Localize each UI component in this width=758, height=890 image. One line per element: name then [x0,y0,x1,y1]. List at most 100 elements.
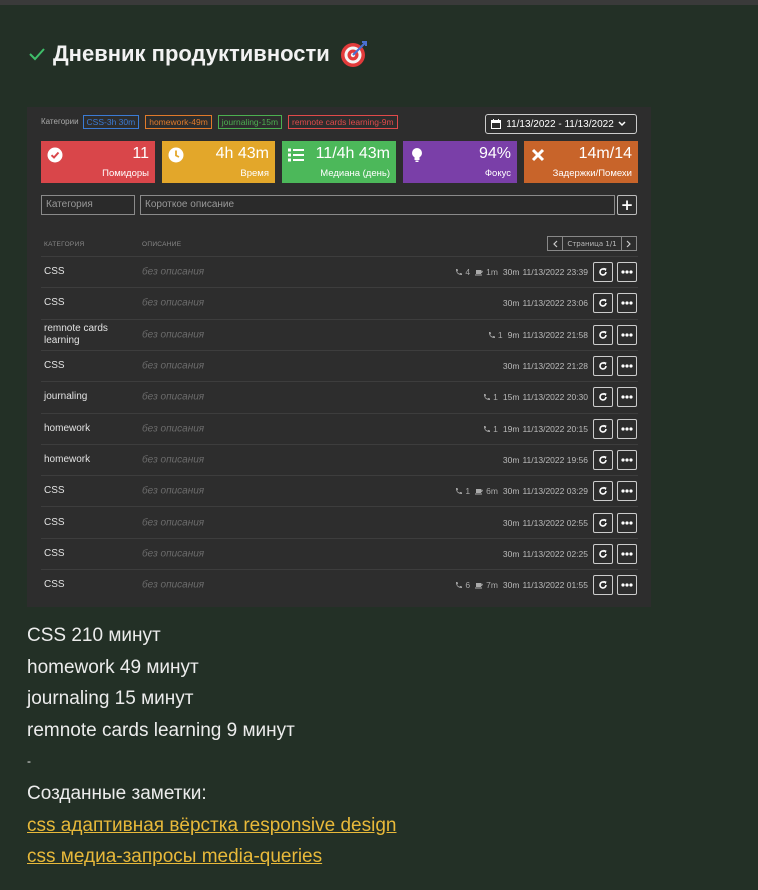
category-input[interactable]: Категория [41,195,135,215]
summary-line: journaling 15 минут [27,688,194,710]
more-options-button[interactable] [617,262,637,283]
duration: 30m [502,267,520,278]
separator-dot: - [27,754,31,769]
stat-label: Медиана (день) [320,168,390,179]
row-meta: 30m 11/13/2022 02:55 [503,518,588,528]
coffee-icon [475,489,483,495]
more-options-button[interactable] [617,418,637,439]
row-meta: 6 7m 30m 11/13/2022 01:55 [455,580,588,590]
table-row: CSS без описания 30m 11/13/2022 21:28 [41,349,638,381]
description-input[interactable]: Короткое описание [140,195,615,215]
table-row: CSS без описания 30m 11/13/2022 02:25 [41,537,638,569]
row-meta: 30m 11/13/2022 21:28 [503,361,588,371]
refresh-icon [599,580,607,589]
note-link[interactable]: css адаптивная вёрстка responsive design [27,815,396,836]
more-options-button[interactable] [617,543,637,564]
row-description: без описания [142,423,205,435]
close-icon [531,148,545,162]
stat-value: 4h 43m [215,145,269,162]
restart-button[interactable] [593,356,613,377]
timestamp: 11/13/2022 21:58 [522,329,588,340]
timestamp: 11/13/2022 02:55 [522,517,588,528]
row-description: без описания [142,517,205,529]
coffee-icon [475,583,483,589]
more-options-button[interactable] [617,293,637,314]
category-chip[interactable]: remnote cards learning-9m [288,114,398,129]
table-row: CSS без описания 6 7m 30m 11/13/2022 01:55 [41,569,638,600]
duration: 30m [502,580,520,591]
row-meta: 30m 11/13/2022 23:06 [503,298,588,308]
row-description: без описания [142,579,205,591]
phone-icon [484,425,491,432]
row-meta: 30m 11/13/2022 19:56 [503,455,588,465]
category-chip[interactable]: homework-49m [145,114,212,129]
restart-button[interactable] [593,449,613,470]
timestamp: 11/13/2022 20:30 [522,392,588,403]
clock-icon [168,147,184,163]
stat-label: Фокус [484,168,511,179]
break-duration: 1m [475,267,498,277]
refresh-icon [599,487,607,495]
restart-button[interactable] [593,387,613,408]
date-range-button[interactable]: 11/13/2022 - 11/13/2022 [485,114,637,134]
page-heading: Дневник продуктивности [27,38,368,70]
top-bar [0,0,758,5]
more-options-button[interactable] [617,481,637,502]
restart-button[interactable] [593,512,613,533]
break-duration: 7m [475,580,498,590]
prev-page-button[interactable] [547,236,563,251]
restart-button[interactable] [593,324,613,345]
stat-card-time: 4h 43m Время [162,141,275,183]
row-category: homework [44,422,91,434]
row-meta: 30m 11/13/2022 02:25 [503,549,588,559]
row-meta: 1 15m 11/13/2022 20:30 [483,392,588,402]
restart-button[interactable] [593,543,613,564]
note-link[interactable]: css медиа-запросы media-queries [27,846,322,867]
stat-card-pomodoros: 11 Помидоры [41,141,155,183]
table-row: CSS без описания 30m 11/13/2022 23:06 [41,287,638,318]
duration: 30m [502,298,520,309]
more-options-button[interactable] [617,575,637,596]
column-header-category: КАТЕГОРИЯ [44,241,85,248]
row-category: journaling [44,391,88,403]
category-filter-bar: Категории CSS-3h 30m homework-49m journa… [41,113,404,130]
row-meta: 4 1m 30m 11/13/2022 23:39 [455,267,588,277]
row-description: без описания [142,360,205,372]
restart-button[interactable] [593,293,613,314]
timestamp: 11/13/2022 01:55 [522,580,588,591]
more-options-button[interactable] [617,356,637,377]
next-page-button[interactable] [621,236,637,251]
refresh-icon [599,518,607,527]
more-icon [621,270,633,274]
duration: 15m [502,392,520,403]
timestamp: 11/13/2022 23:39 [522,267,588,278]
add-entry-button[interactable]: + [617,195,637,215]
row-category: CSS [44,297,65,309]
more-icon [621,301,633,306]
category-chip[interactable]: CSS-3h 30m [82,114,140,129]
more-options-button[interactable] [617,512,637,533]
phone-icon [484,394,491,401]
refresh-icon [599,424,607,433]
more-icon [621,395,633,399]
row-category: CSS [44,579,65,591]
table-row: homework без описания 1 19m 11/13/2022 20:15 [41,412,638,444]
row-description: без описания [142,485,205,497]
duration: 30m [502,486,520,497]
more-options-button[interactable] [617,324,637,345]
more-options-button[interactable] [617,387,637,408]
interruptions-count: 4 [455,267,470,277]
restart-button[interactable] [593,481,613,502]
restart-button[interactable] [593,418,613,439]
more-options-button[interactable] [617,449,637,470]
restart-button[interactable] [593,575,613,596]
category-chip[interactable]: journaling-15m [217,114,283,129]
row-meta: 1 19m 11/13/2022 20:15 [483,424,588,434]
interruptions-count: 1 [488,330,503,340]
row-description: без описания [142,329,205,341]
stat-card-interruptions: 14m/14 Задержки/Помехи [524,141,638,183]
stat-value: 11/4h 43m [315,145,390,162]
stat-value: 11 [132,145,149,162]
stat-label: Время [240,168,269,179]
restart-button[interactable] [593,262,613,283]
